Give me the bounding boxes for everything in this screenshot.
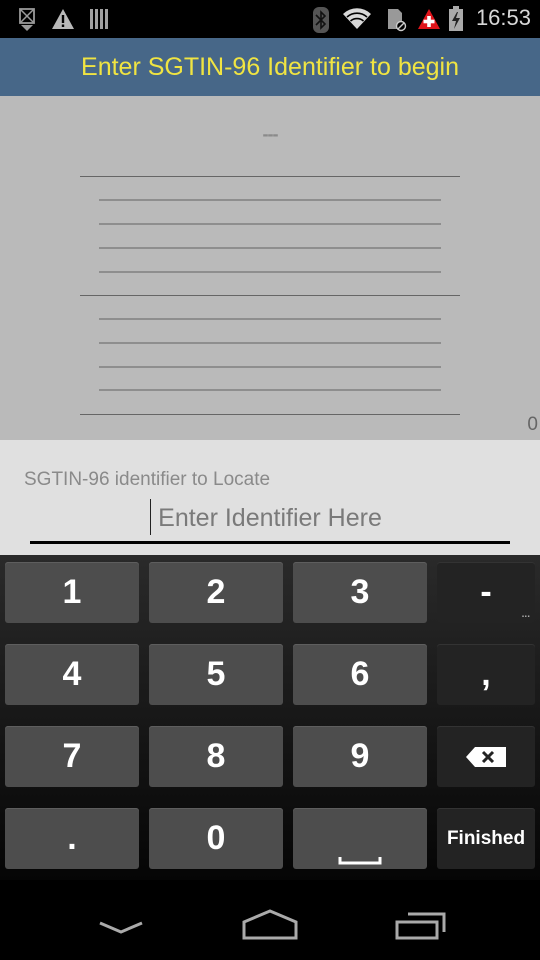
key-label: 7	[62, 737, 82, 775]
identifier-input[interactable]	[30, 496, 510, 544]
grid-line	[99, 389, 441, 391]
backspace-icon	[466, 746, 506, 767]
locator-readout: ---	[262, 124, 279, 144]
divider-line	[80, 176, 460, 177]
numeric-keyboard: 1 2 3 - ... 4 5 6 , 7 8 9 . 0 Finished	[0, 555, 540, 880]
title-bar: Enter SGTIN-96 Identifier to begin	[0, 38, 540, 96]
key-label: 9	[350, 737, 370, 775]
grid-line	[99, 366, 441, 368]
tag-count: 0	[527, 414, 538, 435]
key-0[interactable]: 0	[149, 808, 283, 869]
key-label: 4	[62, 655, 82, 693]
key-backspace[interactable]	[437, 726, 535, 787]
key-5[interactable]: 5	[149, 644, 283, 705]
warning-icon	[52, 9, 74, 29]
key-1[interactable]: 1	[5, 562, 139, 623]
key-label: 5	[206, 655, 226, 693]
identifier-input-section: SGTIN-96 identifier to Locate	[0, 440, 540, 555]
key-9[interactable]: 9	[293, 726, 427, 787]
key-label: Finished	[446, 827, 526, 849]
key-space[interactable]	[293, 808, 427, 869]
grid-line	[99, 247, 441, 249]
home-icon[interactable]	[240, 908, 300, 942]
page-title: Enter SGTIN-96 Identifier to begin	[81, 52, 459, 81]
medical-alert-icon	[418, 9, 440, 29]
grid-line	[99, 318, 441, 320]
status-bar: 16:53	[0, 0, 540, 38]
bluetooth-icon	[313, 7, 329, 33]
key-8[interactable]: 8	[149, 726, 283, 787]
more-keys-hint: ...	[521, 609, 530, 620]
navigation-bar	[0, 880, 540, 960]
back-icon[interactable]	[96, 918, 146, 938]
locator-display: --- 0	[0, 96, 540, 440]
key-3[interactable]: 3	[293, 562, 427, 623]
key-label: 6	[350, 655, 370, 693]
key-label: 3	[350, 573, 370, 611]
key-comma[interactable]: ,	[437, 644, 535, 705]
download-icon	[19, 8, 35, 31]
divider-line	[80, 414, 460, 415]
sd-card-icon	[388, 9, 407, 32]
text-cursor	[150, 499, 151, 535]
key-label: 2	[206, 573, 226, 611]
grid-line	[99, 342, 441, 344]
key-label: 8	[206, 737, 226, 775]
key-period[interactable]: .	[5, 808, 139, 869]
key-label: 0	[206, 819, 226, 857]
grid-line	[99, 271, 441, 273]
key-label: -	[480, 573, 492, 611]
clock: 16:53	[475, 5, 531, 30]
finished-button[interactable]: Finished	[437, 808, 535, 869]
battery-charging-icon	[449, 6, 463, 31]
recents-icon[interactable]	[394, 910, 450, 942]
barcode-icon	[90, 9, 108, 29]
key-6[interactable]: 6	[293, 644, 427, 705]
space-icon	[338, 856, 382, 864]
key-label: ,	[481, 655, 491, 693]
key-7[interactable]: 7	[5, 726, 139, 787]
key-label: .	[67, 819, 77, 857]
grid-line	[99, 223, 441, 225]
key-2[interactable]: 2	[149, 562, 283, 623]
grid-line	[99, 199, 441, 201]
wifi-icon	[343, 8, 371, 29]
key-label: 1	[62, 573, 82, 611]
key-4[interactable]: 4	[5, 644, 139, 705]
key-minus[interactable]: - ...	[437, 562, 535, 623]
divider-line	[80, 295, 460, 296]
identifier-label: SGTIN-96 identifier to Locate	[24, 469, 271, 490]
